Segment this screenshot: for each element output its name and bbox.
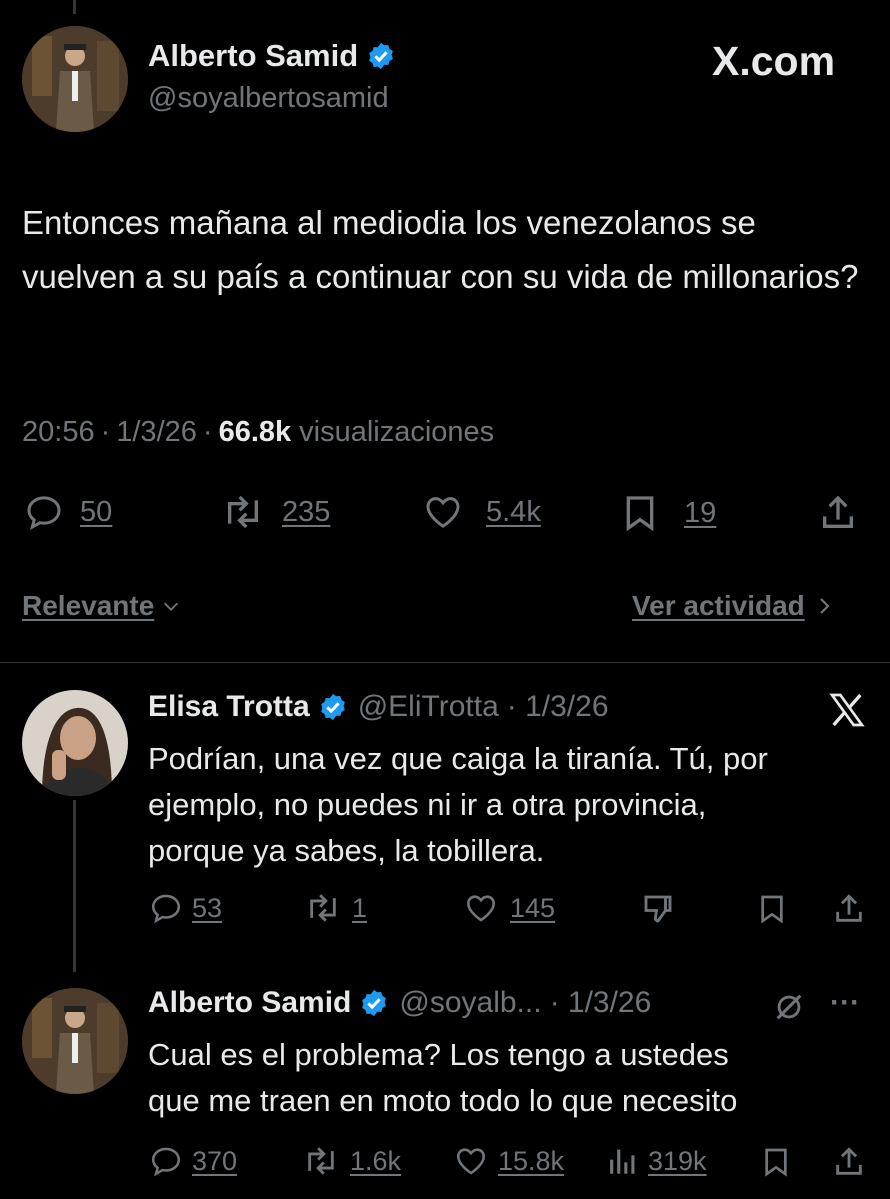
reply1-bookmark-button[interactable] <box>756 891 788 927</box>
thread-connector <box>73 800 76 972</box>
heart-icon <box>452 1144 490 1178</box>
avatar-elisa[interactable] <box>22 690 128 796</box>
reply2-bookmark-button[interactable] <box>760 1144 792 1180</box>
reply2-like-count: 15.8k <box>498 1145 565 1176</box>
reply1-like-count: 145 <box>510 892 556 923</box>
reply2-repost-button[interactable]: 1.6k <box>300 1144 401 1178</box>
bookmark-button[interactable]: 19 <box>620 492 716 534</box>
view-activity-link[interactable]: Ver actividad <box>632 590 833 622</box>
reply2-reply-count: 370 <box>192 1145 238 1176</box>
avatar-alberto-reply[interactable] <box>22 988 128 1094</box>
reply1-handle[interactable]: @EliTrotta <box>358 690 499 724</box>
divider <box>0 662 890 663</box>
reply2-views-count: 319k <box>648 1145 707 1176</box>
thumbs-down-icon <box>640 891 676 927</box>
bookmark-icon <box>756 891 788 927</box>
reply1-repost-count: 1 <box>352 892 368 923</box>
reply2-handle[interactable]: @soyalb... <box>399 986 541 1020</box>
reply1-text-line: ejemplo, no puedes ni ir a otra provinci… <box>148 787 707 822</box>
reply-count: 50 <box>80 495 113 528</box>
x-watermark: X.com <box>712 38 836 84</box>
analytics-icon <box>606 1144 640 1178</box>
reply1-text-line: porque ya sabes, la tobillera. <box>148 833 545 868</box>
share-icon <box>832 1144 866 1180</box>
tweet-date[interactable]: 1/3/26 <box>116 416 197 449</box>
share-icon <box>832 891 866 927</box>
reply1-like-button[interactable]: 145 <box>462 891 555 925</box>
author-handle[interactable]: @soyalbertosamid <box>148 82 389 115</box>
reply2-date[interactable]: · 1/3/26 <box>550 986 652 1020</box>
author-name[interactable]: Alberto Samid <box>148 38 358 74</box>
reply-icon <box>22 492 66 532</box>
repost-icon <box>300 1144 342 1178</box>
chevron-down-icon <box>160 595 182 617</box>
heart-icon <box>420 492 466 532</box>
reply2-author-name[interactable]: Alberto Samid <box>148 986 351 1020</box>
reply-icon <box>148 1144 184 1178</box>
reply1-reply-count: 53 <box>192 892 223 923</box>
reply2-repost-count: 1.6k <box>350 1145 402 1176</box>
thread-connector-top <box>73 0 76 14</box>
heart-icon <box>462 891 500 925</box>
sort-label: Relevante <box>22 590 155 621</box>
like-count: 5.4k <box>486 495 541 528</box>
reply2-text-line: que me traen en moto todo lo que necesit… <box>148 1083 738 1118</box>
more-options-icon[interactable]: ··· <box>830 986 860 1020</box>
tweet-text: Entonces mañana al mediodia los venezola… <box>22 204 859 295</box>
repost-button[interactable]: 235 <box>218 492 330 532</box>
verified-badge-icon <box>366 41 396 71</box>
separator: · <box>100 416 111 448</box>
share-icon <box>818 492 858 534</box>
repost-count: 235 <box>282 495 331 528</box>
repost-icon <box>218 492 268 532</box>
reply2-like-button[interactable]: 15.8k <box>452 1144 564 1178</box>
reply1-reply-button[interactable]: 53 <box>148 891 222 925</box>
verified-badge-icon <box>318 692 348 722</box>
reply1-share-button[interactable] <box>832 891 866 927</box>
verified-badge-icon <box>359 988 389 1018</box>
avatar-alberto[interactable] <box>22 26 128 132</box>
tweet-time[interactable]: 20:56 <box>22 416 95 449</box>
bookmark-count: 19 <box>684 496 717 529</box>
like-button[interactable]: 5.4k <box>420 492 541 532</box>
grok-icon[interactable] <box>772 990 806 1024</box>
reply1-author-name[interactable]: Elisa Trotta <box>148 690 310 724</box>
repost-icon <box>302 891 344 925</box>
reply1-repost-button[interactable]: 1 <box>302 891 367 925</box>
views-label: visualizaciones <box>299 416 495 448</box>
chevron-right-icon <box>815 594 833 618</box>
bookmark-icon <box>620 492 660 534</box>
reply2-text-line: Cual es el problema? Los tengo a ustedes <box>148 1037 729 1072</box>
reply2-views-button[interactable]: 319k <box>606 1144 707 1178</box>
reply1-date[interactable]: · 1/3/26 <box>507 690 609 724</box>
sort-dropdown[interactable]: Relevante <box>22 590 182 622</box>
share-button[interactable] <box>818 492 858 534</box>
reply-icon <box>148 891 184 925</box>
bookmark-icon <box>760 1144 792 1180</box>
reply-button[interactable]: 50 <box>22 492 112 532</box>
reply1-text-line: Podrían, una vez que caiga la tiranía. T… <box>148 741 768 776</box>
separator: · <box>202 416 213 448</box>
x-logo-icon <box>826 690 868 730</box>
views-count: 66.8k <box>218 416 292 448</box>
reply1-downvote-button[interactable] <box>640 891 676 927</box>
activity-label: Ver actividad <box>632 590 805 621</box>
reply2-share-button[interactable] <box>832 1144 866 1180</box>
reply2-reply-button[interactable]: 370 <box>148 1144 237 1178</box>
